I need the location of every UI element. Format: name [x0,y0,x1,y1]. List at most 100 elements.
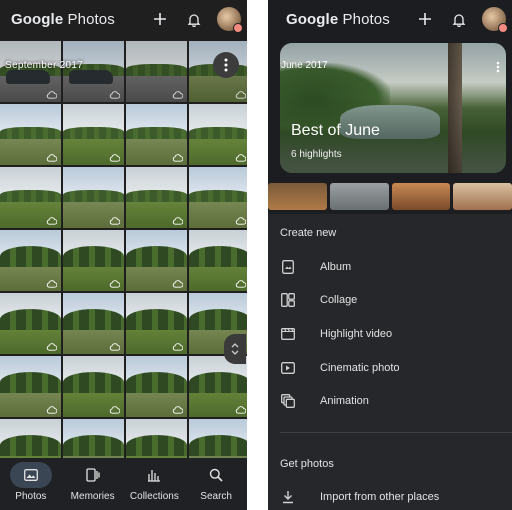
cloud-backup-icon [172,280,183,288]
thumbnail[interactable] [453,183,512,210]
photo-thumbnail[interactable] [63,41,124,102]
photo-thumbnail[interactable] [63,356,124,417]
cloud-backup-icon [172,154,183,162]
create-cinematic-photo-item[interactable]: Cinematic photo [268,357,512,379]
account-avatar[interactable] [482,7,508,33]
cloud-backup-icon [235,280,246,288]
account-avatar[interactable] [217,7,243,33]
photo-thumbnail[interactable] [126,230,187,291]
cloud-backup-icon [109,406,120,414]
nav-photos[interactable]: Photos [2,462,60,502]
nav-label: Memories [70,491,115,502]
photos-screen: Google Photos September 2017 Photos Memo… [0,0,247,510]
cloud-backup-icon [235,217,246,225]
cinematic-photo-icon [280,360,296,376]
create-animation-item[interactable]: Animation [268,390,512,412]
cloud-backup-icon [172,343,183,351]
create-bottom-sheet: Create new Album Collage Highlight video… [268,214,512,510]
memory-date: June 2017 [281,60,328,71]
google-photos-logo: Google Photos [11,10,115,28]
cloud-backup-icon [46,154,57,162]
nav-memories[interactable]: Memories [64,462,122,502]
cloud-backup-icon [235,406,246,414]
photo-thumbnail[interactable] [126,104,187,165]
fast-scroll-handle[interactable] [224,334,246,364]
nav-search[interactable]: Search [187,462,245,502]
add-icon[interactable] [149,8,171,30]
photo-thumbnail[interactable] [189,167,247,228]
photo-grid [0,41,247,480]
memory-title: Best of June [291,122,380,139]
cloud-backup-icon [109,154,120,162]
photo-thumbnail[interactable] [189,356,247,417]
highlight-video-icon [280,326,296,342]
cloud-backup-icon [109,217,120,225]
section-divider [280,432,512,433]
photo-thumbnail[interactable] [63,167,124,228]
cloud-backup-icon [109,91,120,99]
album-icon [280,259,296,275]
photo-thumbnail[interactable] [126,167,187,228]
photo-thumbnail[interactable] [126,293,187,354]
photo-thumbnail[interactable] [0,356,61,417]
create-menu-screen: Google Photos June 2017 Best of June 6 h… [268,0,512,510]
create-collage-item[interactable]: Collage [268,289,512,311]
cloud-backup-icon [172,406,183,414]
photo-thumbnail[interactable] [63,293,124,354]
thumbnail[interactable] [268,183,327,210]
collections-icon [133,462,175,488]
photo-thumbnail[interactable] [0,104,61,165]
cloud-backup-icon [172,217,183,225]
cloud-backup-icon [46,217,57,225]
thumbnail[interactable] [329,183,389,210]
cloud-backup-icon [46,343,57,351]
import-from-other-places-item[interactable]: Import from other places [268,486,512,508]
notifications-bell-icon[interactable] [183,8,205,30]
cloud-backup-icon [172,91,183,99]
date-section-label: September 2017 [5,60,84,71]
cloud-backup-icon [235,91,246,99]
add-icon[interactable] [414,8,436,30]
cloud-backup-icon [46,406,57,414]
photo-thumbnail[interactable] [0,167,61,228]
avatar-badge [233,23,243,33]
photo-thumbnail[interactable] [126,356,187,417]
photo-thumbnail[interactable] [189,230,247,291]
cloud-backup-icon [235,154,246,162]
memories-icon [72,462,114,488]
cloud-backup-icon [46,91,57,99]
photo-thumbnail[interactable] [0,41,61,102]
photos-icon [9,462,52,488]
collage-icon [280,292,296,308]
create-highlight-video-item[interactable]: Highlight video [268,323,512,345]
photo-thumbnail[interactable] [189,104,247,165]
import-icon [280,489,296,505]
top-app-bar: Google Photos [268,0,512,38]
animation-icon [280,393,296,409]
photo-thumbnail[interactable] [0,293,61,354]
create-album-item[interactable]: Album [268,256,512,278]
nav-label: Search [200,491,232,502]
cloud-backup-icon [46,280,57,288]
cloud-backup-icon [109,343,120,351]
photo-thumbnail[interactable] [0,230,61,291]
nav-label: Collections [129,491,179,502]
google-photos-logo: Google Photos [286,10,390,28]
bottom-navigation: Photos Memories Collections Search [0,458,247,510]
notifications-bell-icon[interactable] [448,8,470,30]
memory-more-icon[interactable] [496,60,500,78]
memory-thumbnail-strip [268,183,512,210]
photo-thumbnail[interactable] [63,230,124,291]
photo-thumbnail[interactable] [63,104,124,165]
memory-subtitle: 6 highlights [291,149,342,160]
thumbnail[interactable] [391,183,451,210]
cloud-backup-icon [109,280,120,288]
get-photos-heading: Get photos [280,458,334,470]
nav-label: Photos [15,491,47,502]
photo-thumbnail[interactable] [126,41,187,102]
top-app-bar: Google Photos [0,0,247,38]
more-options-icon[interactable] [213,52,239,78]
nav-collections[interactable]: Collections [125,462,183,502]
avatar-badge [498,23,508,33]
create-new-heading: Create new [280,227,337,239]
